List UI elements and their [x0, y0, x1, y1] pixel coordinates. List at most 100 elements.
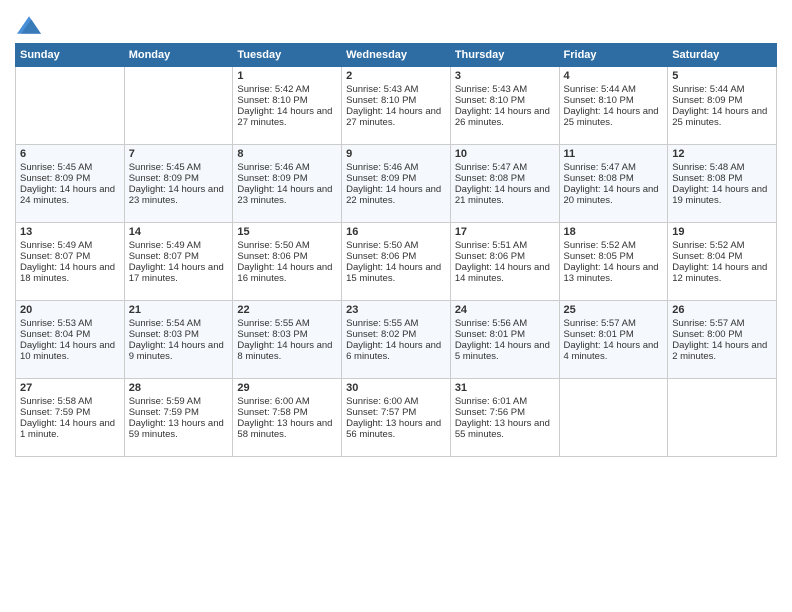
day-cell: 24Sunrise: 5:56 AMSunset: 8:01 PMDayligh… — [450, 301, 559, 379]
day-number: 10 — [455, 148, 555, 160]
day-detail: Sunrise: 6:00 AM — [346, 396, 446, 407]
day-detail: Sunrise: 5:50 AM — [237, 240, 337, 251]
day-cell: 6Sunrise: 5:45 AMSunset: 8:09 PMDaylight… — [16, 145, 125, 223]
week-row-3: 13Sunrise: 5:49 AMSunset: 8:07 PMDayligh… — [16, 223, 777, 301]
day-number: 20 — [20, 304, 120, 316]
day-detail: Sunrise: 5:52 AM — [564, 240, 664, 251]
header-row: SundayMondayTuesdayWednesdayThursdayFrid… — [16, 44, 777, 67]
header-cell-sunday: Sunday — [16, 44, 125, 67]
day-number: 4 — [564, 70, 664, 82]
day-cell: 22Sunrise: 5:55 AMSunset: 8:03 PMDayligh… — [233, 301, 342, 379]
day-number: 21 — [129, 304, 229, 316]
day-number: 3 — [455, 70, 555, 82]
day-detail: Daylight: 14 hours and 9 minutes. — [129, 340, 229, 362]
day-number: 14 — [129, 226, 229, 238]
day-detail: Daylight: 14 hours and 23 minutes. — [237, 184, 337, 206]
day-number: 2 — [346, 70, 446, 82]
page-header — [15, 15, 777, 35]
day-cell: 11 Sunrise: 5:47 AMSunset: 8:08 PMDayligh… — [559, 145, 668, 223]
day-number: 17 — [455, 226, 555, 238]
day-cell — [559, 379, 668, 457]
day-detail: Daylight: 14 hours and 25 minutes. — [564, 106, 664, 128]
day-cell: 14Sunrise: 5:49 AMSunset: 8:07 PMDayligh… — [124, 223, 233, 301]
day-cell: 31Sunrise: 6:01 AMSunset: 7:56 PMDayligh… — [450, 379, 559, 457]
day-cell: 8Sunrise: 5:46 AMSunset: 8:09 PMDaylight… — [233, 145, 342, 223]
header-cell-friday: Friday — [559, 44, 668, 67]
day-detail: Sunrise: 5:50 AM — [346, 240, 446, 251]
day-detail: Daylight: 14 hours and 12 minutes. — [672, 262, 772, 284]
day-number: 19 — [672, 226, 772, 238]
day-detail: Sunrise: 5:43 AM — [455, 84, 555, 95]
day-cell: 19Sunrise: 5:52 AMSunset: 8:04 PMDayligh… — [668, 223, 777, 301]
day-cell: 29Sunrise: 6:00 AMSunset: 7:58 PMDayligh… — [233, 379, 342, 457]
day-detail: Sunrise: 5:47 AM — [564, 162, 664, 173]
day-cell: 21Sunrise: 5:54 AMSunset: 8:03 PMDayligh… — [124, 301, 233, 379]
day-number: 26 — [672, 304, 772, 316]
day-cell: 18Sunrise: 5:52 AMSunset: 8:05 PMDayligh… — [559, 223, 668, 301]
day-detail: Sunset: 7:56 PM — [455, 407, 555, 418]
day-detail: Daylight: 14 hours and 25 minutes. — [672, 106, 772, 128]
day-number: 31 — [455, 382, 555, 394]
day-number: 30 — [346, 382, 446, 394]
day-detail: Daylight: 13 hours and 56 minutes. — [346, 418, 446, 440]
day-detail: Sunrise: 5:59 AM — [129, 396, 229, 407]
week-row-1: 1Sunrise: 5:42 AMSunset: 8:10 PMDaylight… — [16, 67, 777, 145]
day-detail: Sunset: 8:00 PM — [672, 329, 772, 340]
day-cell — [16, 67, 125, 145]
day-detail: Sunset: 8:10 PM — [346, 95, 446, 106]
day-number: 13 — [20, 226, 120, 238]
day-detail: Sunset: 8:07 PM — [20, 251, 120, 262]
day-detail: Daylight: 14 hours and 18 minutes. — [20, 262, 120, 284]
day-detail: Sunset: 8:08 PM — [564, 173, 664, 184]
week-row-5: 27Sunrise: 5:58 AMSunset: 7:59 PMDayligh… — [16, 379, 777, 457]
day-detail: Sunrise: 5:45 AM — [20, 162, 120, 173]
day-detail: Sunrise: 5:42 AM — [237, 84, 337, 95]
day-number: 6 — [20, 148, 120, 160]
day-cell — [124, 67, 233, 145]
day-detail: Sunrise: 5:57 AM — [672, 318, 772, 329]
day-detail: Daylight: 13 hours and 55 minutes. — [455, 418, 555, 440]
day-detail: Sunset: 8:09 PM — [237, 173, 337, 184]
day-cell: 25Sunrise: 5:57 AMSunset: 8:01 PMDayligh… — [559, 301, 668, 379]
day-number: 11 — [564, 148, 664, 160]
day-detail: Sunrise: 5:55 AM — [237, 318, 337, 329]
day-detail: Sunset: 7:59 PM — [129, 407, 229, 418]
day-detail: Sunrise: 5:51 AM — [455, 240, 555, 251]
header-cell-thursday: Thursday — [450, 44, 559, 67]
day-detail: Sunrise: 5:44 AM — [672, 84, 772, 95]
day-cell: 15Sunrise: 5:50 AMSunset: 8:06 PMDayligh… — [233, 223, 342, 301]
day-detail: Sunset: 7:59 PM — [20, 407, 120, 418]
day-detail: Daylight: 14 hours and 1 minute. — [20, 418, 120, 440]
day-detail: Daylight: 14 hours and 20 minutes. — [564, 184, 664, 206]
day-detail: Sunset: 8:09 PM — [346, 173, 446, 184]
day-detail: Daylight: 14 hours and 24 minutes. — [20, 184, 120, 206]
day-cell: 4Sunrise: 5:44 AMSunset: 8:10 PMDaylight… — [559, 67, 668, 145]
day-detail: Sunset: 7:57 PM — [346, 407, 446, 418]
day-detail: Daylight: 14 hours and 23 minutes. — [129, 184, 229, 206]
day-detail: Sunset: 8:03 PM — [237, 329, 337, 340]
day-detail: Daylight: 14 hours and 15 minutes. — [346, 262, 446, 284]
day-number: 12 — [672, 148, 772, 160]
day-cell: 7Sunrise: 5:45 AMSunset: 8:09 PMDaylight… — [124, 145, 233, 223]
day-number: 7 — [129, 148, 229, 160]
day-detail: Daylight: 14 hours and 22 minutes. — [346, 184, 446, 206]
day-detail: Sunset: 8:05 PM — [564, 251, 664, 262]
day-detail: Sunrise: 5:48 AM — [672, 162, 772, 173]
day-number: 5 — [672, 70, 772, 82]
day-detail: Daylight: 14 hours and 4 minutes. — [564, 340, 664, 362]
day-number: 18 — [564, 226, 664, 238]
day-detail: Sunset: 8:04 PM — [672, 251, 772, 262]
day-detail: Sunrise: 5:54 AM — [129, 318, 229, 329]
day-detail: Daylight: 14 hours and 8 minutes. — [237, 340, 337, 362]
header-cell-wednesday: Wednesday — [342, 44, 451, 67]
day-detail: Daylight: 14 hours and 21 minutes. — [455, 184, 555, 206]
day-detail: Daylight: 14 hours and 17 minutes. — [129, 262, 229, 284]
header-cell-saturday: Saturday — [668, 44, 777, 67]
day-detail: Sunset: 8:01 PM — [564, 329, 664, 340]
logo — [15, 15, 41, 35]
calendar-table: SundayMondayTuesdayWednesdayThursdayFrid… — [15, 43, 777, 457]
day-detail: Daylight: 14 hours and 5 minutes. — [455, 340, 555, 362]
day-detail: Sunrise: 5:46 AM — [346, 162, 446, 173]
day-number: 15 — [237, 226, 337, 238]
week-row-4: 20Sunrise: 5:53 AMSunset: 8:04 PMDayligh… — [16, 301, 777, 379]
